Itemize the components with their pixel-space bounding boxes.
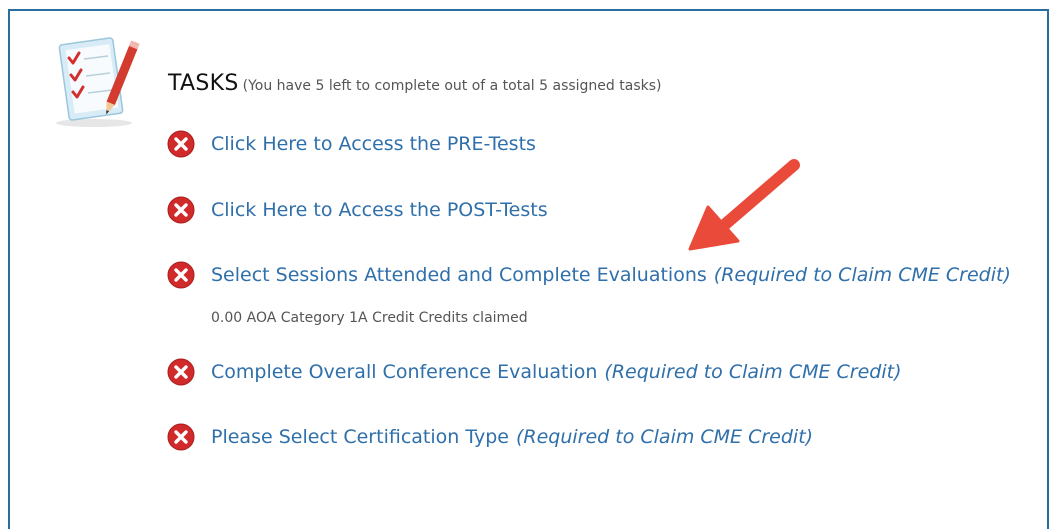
x-circle-icon bbox=[167, 261, 195, 289]
task-required-note: (Required to Claim CME Credit) bbox=[515, 426, 814, 448]
task-link[interactable]: Complete Overall Conference Evaluation bbox=[211, 361, 597, 383]
task-required-note: (Required to Claim CME Credit) bbox=[713, 264, 1011, 286]
task-link[interactable]: Click Here to Access the PRE-Tests bbox=[211, 133, 536, 155]
red-arrow-icon bbox=[688, 159, 800, 251]
x-circle-icon bbox=[167, 358, 195, 386]
task-pre-tests[interactable]: Click Here to Access the PRE-Tests bbox=[167, 130, 536, 158]
page-title: TASKS bbox=[168, 71, 239, 96]
task-link[interactable]: Click Here to Access the POST-Tests bbox=[211, 199, 548, 221]
x-circle-icon bbox=[167, 130, 195, 158]
task-required-note: (Required to Claim CME Credit) bbox=[604, 361, 902, 383]
credits-claimed: 0.00 AOA Category 1A Credit Credits clai… bbox=[211, 310, 528, 326]
task-session-evaluations[interactable]: Select Sessions Attended and Complete Ev… bbox=[167, 261, 1011, 289]
task-link[interactable]: Select Sessions Attended and Complete Ev… bbox=[211, 264, 707, 286]
task-conference-evaluation[interactable]: Complete Overall Conference Evaluation (… bbox=[167, 358, 902, 386]
tasks-panel: TASKS (You have 5 left to complete out of… bbox=[8, 9, 1049, 529]
task-certification-type[interactable]: Please Select Certification Type (Requir… bbox=[167, 423, 813, 451]
clipboard-checklist-icon bbox=[56, 37, 140, 127]
tasks-header: TASKS (You have 5 left to complete out of… bbox=[168, 71, 661, 96]
x-circle-icon bbox=[167, 423, 195, 451]
tasks-summary: (You have 5 left to complete out of a to… bbox=[242, 78, 662, 94]
x-circle-icon bbox=[167, 196, 195, 224]
task-link[interactable]: Please Select Certification Type bbox=[211, 426, 509, 448]
task-post-tests[interactable]: Click Here to Access the POST-Tests bbox=[167, 196, 548, 224]
